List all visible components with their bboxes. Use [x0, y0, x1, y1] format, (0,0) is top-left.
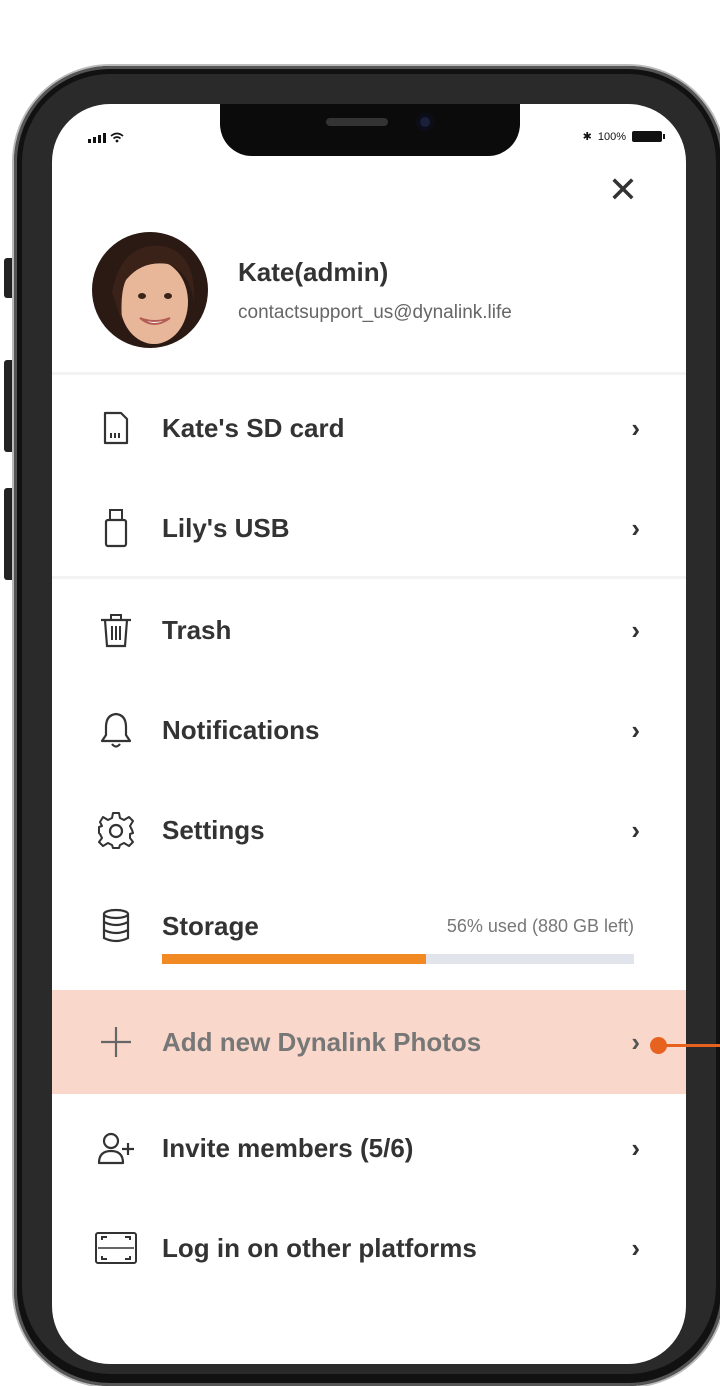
battery-status: ✱ 100% [582, 130, 665, 143]
speaker [326, 118, 388, 126]
menu-item-label: Settings [162, 814, 265, 845]
database-icon [92, 902, 140, 950]
bluetooth-icon: ✱ [582, 131, 592, 143]
menu-item-usb[interactable]: Lily's USB › [52, 478, 686, 578]
chevron-right-icon: › [631, 614, 640, 645]
plus-icon [92, 1018, 140, 1066]
bell-icon [92, 706, 140, 754]
menu-item-notifications[interactable]: Notifications › [52, 680, 686, 780]
usb-icon [92, 504, 140, 552]
menu-item-settings[interactable]: Settings › [52, 780, 686, 880]
chevron-right-icon: › [631, 512, 640, 543]
sd-card-icon [92, 404, 140, 452]
front-camera [416, 113, 434, 131]
menu-item-label: Kate's SD card [162, 412, 345, 443]
callout-dot [650, 1037, 667, 1054]
menu-item-label: Add new Dynalink Photos [162, 1026, 482, 1057]
menu-item-other-platforms[interactable]: Log in on other platforms › [52, 1198, 686, 1298]
battery-percent: 100% [597, 130, 626, 143]
storage-progress-bar [162, 954, 634, 964]
storage-usage-text: 56% used (880 GB left) [446, 915, 634, 936]
chevron-right-icon: › [631, 412, 640, 443]
menu-item-invite[interactable]: Invite members (5/6) › [52, 1098, 686, 1198]
menu-item-label: Invite members (5/6) [162, 1132, 414, 1163]
chevron-right-icon: › [631, 1132, 640, 1163]
add-user-icon [92, 1124, 140, 1172]
chevron-right-icon: › [631, 814, 640, 845]
close-icon[interactable]: ✕ [608, 172, 638, 208]
profile-header: Kate(admin) contactsupport_us@dynalink.l… [92, 232, 686, 348]
chevron-right-icon: › [631, 1232, 640, 1263]
signal-icon [88, 133, 106, 143]
phone-screen: ✱ 100% ✕ Kate(admin) contactsupport_us@d… [52, 104, 686, 1364]
menu-item-trash[interactable]: Trash › [52, 580, 686, 680]
menu-item-add-photos[interactable]: Add new Dynalink Photos › [52, 990, 686, 1094]
menu-item-label: Trash [162, 614, 232, 645]
menu-item-label: Lily's USB [162, 512, 290, 543]
menu-item-label: Notifications [162, 714, 320, 745]
battery-icon [632, 131, 665, 142]
gear-icon [92, 806, 140, 854]
chevron-right-icon: › [631, 1026, 640, 1057]
storage-progress-fill [162, 954, 427, 964]
menu-item-sd-card[interactable]: Kate's SD card › [52, 378, 686, 478]
scan-icon [92, 1224, 140, 1272]
divider [52, 576, 686, 579]
menu-item-label: Storage [162, 910, 259, 941]
signal-status [88, 132, 124, 143]
avatar [92, 232, 208, 348]
menu-item-label: Log in on other platforms [162, 1232, 477, 1263]
divider [52, 372, 686, 375]
profile-email: contactsupport_us@dynalink.life [238, 301, 512, 323]
chevron-right-icon: › [631, 714, 640, 745]
profile-name: Kate(admin) [238, 256, 389, 287]
trash-icon [92, 606, 140, 654]
notch [220, 104, 520, 156]
wifi-icon [110, 132, 124, 143]
